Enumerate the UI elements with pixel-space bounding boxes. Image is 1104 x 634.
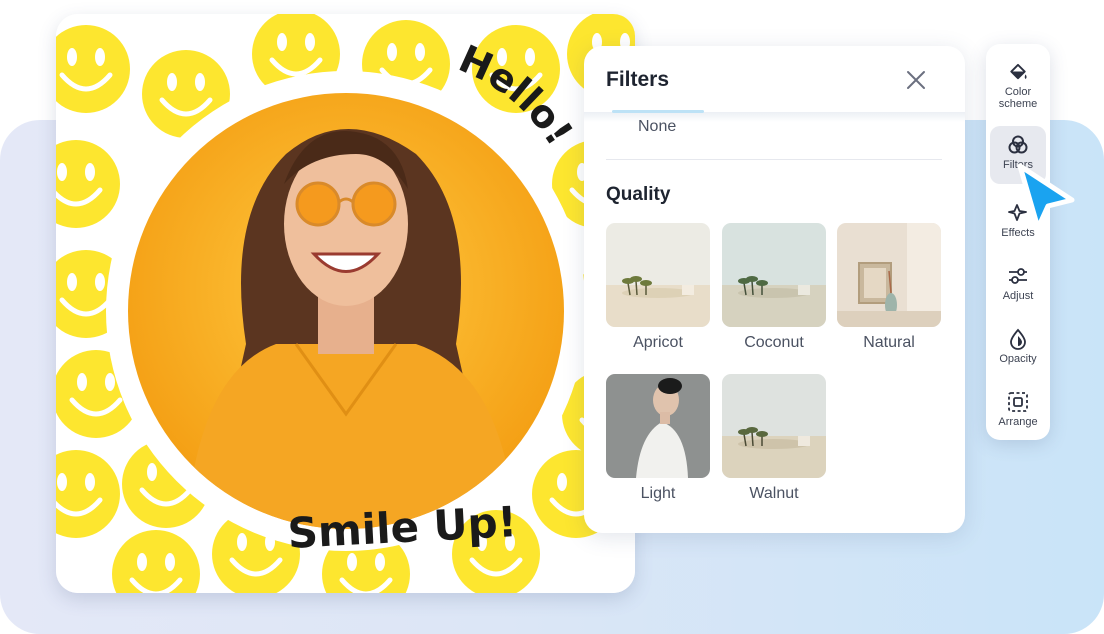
filters-icon	[1008, 135, 1028, 154]
coconut-thumbnail	[722, 223, 826, 327]
tool-label: Adjust	[1002, 290, 1034, 302]
section-title-quality: Quality	[606, 184, 671, 205]
stage: Hello! Smile Up! Filters None Quality Ap…	[0, 0, 1104, 634]
filter-light[interactable]: Light	[606, 374, 710, 503]
paint-bucket-icon	[1010, 63, 1027, 80]
tool-label: Arrange	[998, 416, 1038, 428]
cursor-pointer-icon	[1017, 163, 1075, 231]
tool-arrange[interactable]: Arrange	[990, 383, 1046, 439]
tool-label: Opacity	[999, 353, 1037, 365]
divider	[606, 159, 942, 160]
canvas-artwork: Hello! Smile Up!	[56, 14, 635, 593]
filter-apricot[interactable]: Apricot	[606, 223, 710, 352]
filters-panel: Filters None Quality Apricot Coconut Nat…	[584, 46, 965, 533]
design-canvas[interactable]: Hello! Smile Up!	[56, 14, 635, 593]
filter-label: Natural	[863, 334, 915, 351]
panel-title: Filters	[606, 68, 670, 91]
selected-indicator	[612, 110, 704, 113]
tool-color-scheme[interactable]: Color scheme	[990, 54, 1046, 110]
filter-natural[interactable]: Natural	[837, 223, 941, 352]
close-button[interactable]	[902, 66, 930, 94]
close-icon	[907, 71, 925, 89]
filter-coconut[interactable]: Coconut	[722, 223, 826, 352]
apricot-thumbnail	[606, 223, 710, 327]
filter-label: Light	[640, 485, 676, 502]
filter-walnut[interactable]: Walnut	[722, 374, 826, 503]
filter-label: Apricot	[633, 334, 683, 351]
walnut-thumbnail	[722, 374, 826, 478]
sliders-icon	[1009, 268, 1027, 284]
natural-thumbnail	[837, 223, 941, 327]
light-thumbnail	[606, 374, 710, 478]
droplet-icon	[1010, 328, 1026, 350]
tool-adjust[interactable]: Adjust	[990, 257, 1046, 313]
filter-none-label[interactable]: None	[638, 118, 676, 136]
side-toolbar: Color scheme Filters Effects Adjust	[986, 44, 1050, 440]
tool-opacity[interactable]: Opacity	[990, 320, 1046, 376]
filter-label: Coconut	[744, 334, 804, 351]
filter-label: Walnut	[749, 485, 799, 502]
tool-label: Color scheme	[998, 86, 1038, 110]
arrange-icon	[1008, 392, 1028, 412]
